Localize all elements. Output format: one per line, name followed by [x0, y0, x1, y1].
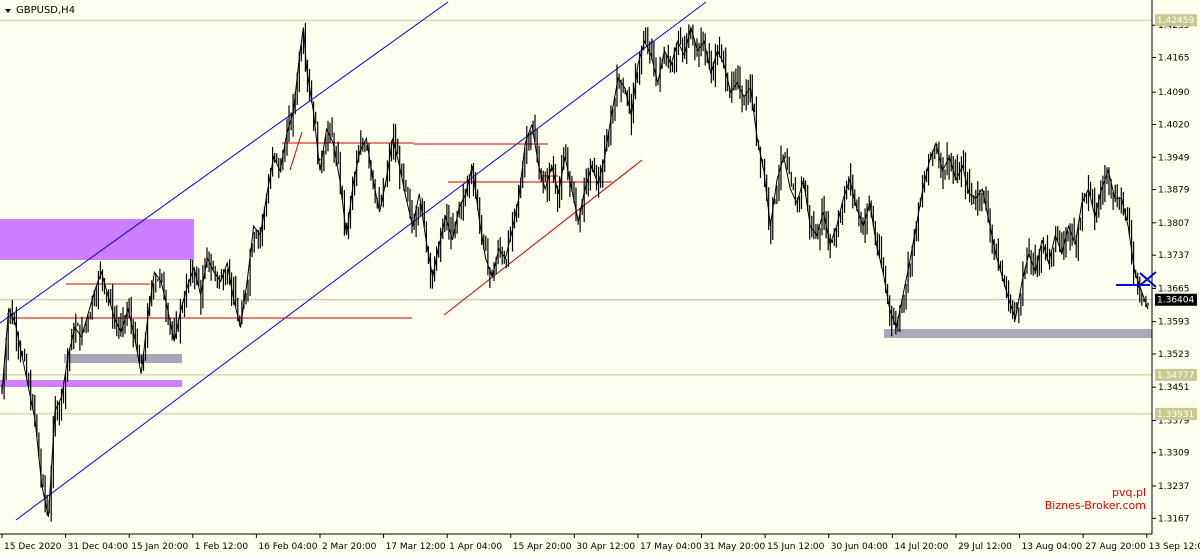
y-tick-label-8: 1.3665 [1158, 284, 1190, 294]
x-tick-label-17: 27 Aug 20:00 [1085, 542, 1146, 552]
x-tick-label-2: 15 Jan 20:00 [131, 542, 188, 552]
watermark-line-2: Biznes-Broker.com [1045, 499, 1146, 512]
y-tick-label-9: 1.3593 [1158, 318, 1190, 328]
y-tick-label-1: 1.4165 [1158, 54, 1190, 64]
price-chart[interactable]: 1.42351.41651.40901.40201.39491.38791.38… [0, 0, 1200, 557]
x-tick-label-6: 17 Mar 12:00 [386, 542, 446, 552]
y-tick-label-14: 1.3237 [1158, 482, 1190, 492]
watermark-line-1: pvq.pl [1112, 486, 1146, 499]
x-tick-label-1: 31 Dec 04:00 [68, 542, 129, 552]
x-tick-label-15: 29 Jul 12:00 [958, 542, 1012, 552]
x-tick-label-7: 1 Apr 04:00 [449, 542, 502, 552]
current-price-tag-label: 1.36404 [1157, 296, 1194, 306]
chart-title: GBPUSD,H4 [16, 5, 75, 16]
chart-root: 1.4235 1.4165 1.4090 1.4020 1.3949 1.3879 1.38… [0, 0, 1200, 557]
x-tick-label-3: 1 Feb 12:00 [195, 542, 249, 552]
level-tag-label-2: 1.33931 [1157, 410, 1194, 420]
y-tick-label-7: 1.3737 [1158, 251, 1190, 261]
y-tick-label-5: 1.3879 [1158, 186, 1190, 196]
y-tick-label-13: 1.3309 [1158, 449, 1190, 459]
x-tick-label-4: 16 Feb 04:00 [258, 542, 317, 552]
x-tick-label-14: 14 Jul 20:00 [894, 542, 948, 552]
x-tick-label-18: 13 Sep 12:00 [1149, 542, 1200, 552]
y-tick-label-10: 1.3523 [1158, 350, 1190, 360]
x-tick-label-9: 30 Apr 12:00 [576, 542, 635, 552]
x-tick-label-11: 31 May 20:00 [704, 542, 766, 552]
zone-gray-left [64, 354, 182, 363]
y-tick-label-4: 1.3949 [1158, 153, 1190, 163]
y-tick-label-15: 1.3167 [1158, 514, 1190, 524]
x-tick-label-8: 15 Apr 20:00 [513, 542, 572, 552]
y-tick-label-2: 1.4090 [1158, 88, 1190, 98]
y-tick-label-6: 1.3807 [1158, 219, 1190, 229]
y-tick-label-3: 1.4020 [1158, 120, 1190, 130]
x-tick-label-5: 2 Mar 20:00 [322, 542, 377, 552]
level-tag-label-0: 1.42459 [1157, 16, 1194, 26]
zone-gray-right [884, 329, 1152, 338]
x-tick-label-12: 15 Jun 12:00 [767, 542, 824, 552]
x-tick-label-16: 13 Aug 04:00 [1022, 542, 1083, 552]
x-tick-label-10: 17 May 04:00 [640, 542, 702, 552]
level-tag-label-1: 1.34777 [1157, 371, 1194, 381]
x-tick-label-0: 15 Dec 2020 [4, 542, 62, 552]
chart-background [0, 0, 1200, 557]
x-tick-label-13: 30 Jun 04:00 [831, 542, 888, 552]
y-tick-label-11: 1.3451 [1158, 383, 1190, 393]
